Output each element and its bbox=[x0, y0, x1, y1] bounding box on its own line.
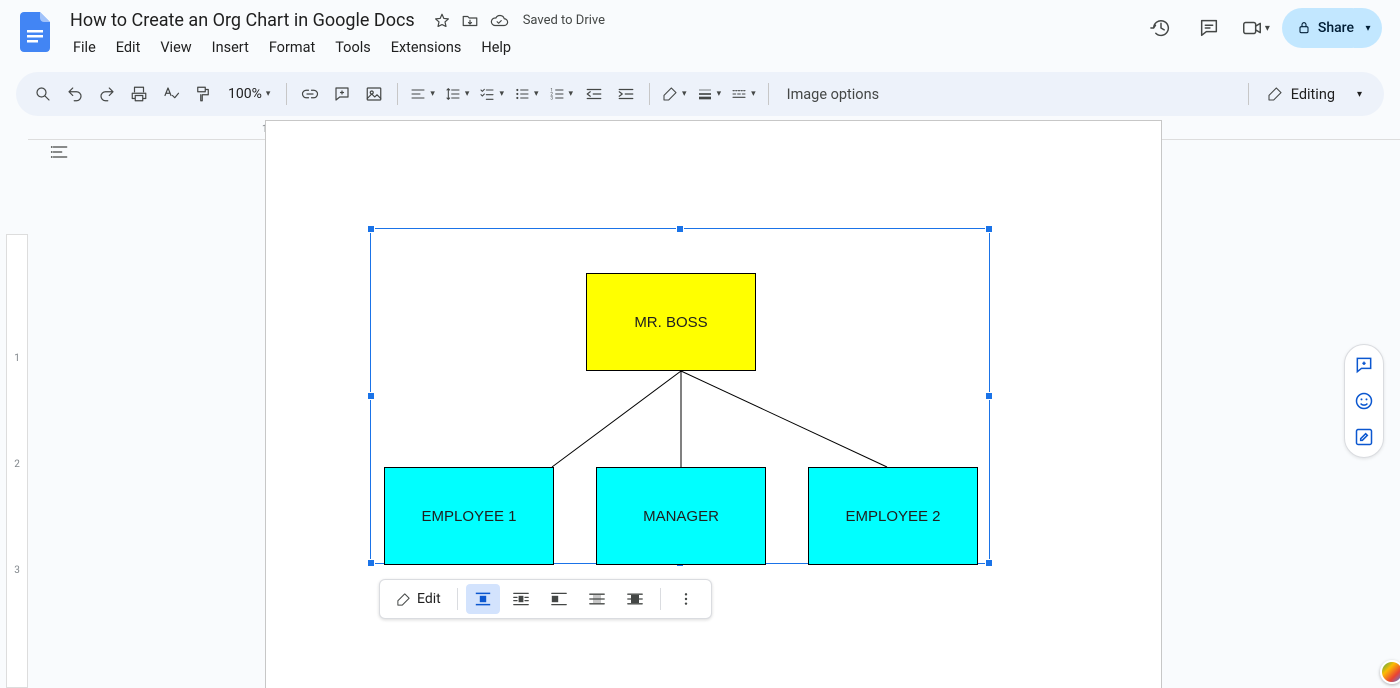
chevron-down-icon: ▾ bbox=[1357, 89, 1362, 100]
border-dash-dropdown[interactable] bbox=[727, 79, 760, 109]
toolbar-separator bbox=[649, 83, 650, 105]
meet-icon[interactable]: ▾ bbox=[1237, 8, 1274, 48]
star-icon[interactable] bbox=[433, 12, 451, 30]
toolbar-separator bbox=[286, 83, 287, 105]
menu-extensions[interactable]: Extensions bbox=[382, 35, 471, 60]
insert-link-icon[interactable] bbox=[295, 79, 325, 109]
increase-indent-icon[interactable] bbox=[611, 79, 641, 109]
add-comment-side-icon[interactable] bbox=[1352, 353, 1376, 377]
ruler-label: 2 bbox=[7, 459, 27, 470]
drawing-selection[interactable]: MR. BOSS EMPLOYEE 1 MANAGER EMPLOYEE 2 bbox=[370, 228, 990, 564]
edit-label: Edit bbox=[417, 591, 441, 607]
wrap-inline-icon[interactable] bbox=[466, 584, 500, 614]
border-weight-dropdown[interactable] bbox=[693, 79, 726, 109]
org-node-employee1: EMPLOYEE 1 bbox=[384, 467, 554, 565]
menu-edit[interactable]: Edit bbox=[107, 35, 150, 60]
editing-mode-label: Editing bbox=[1291, 86, 1335, 103]
print-icon[interactable] bbox=[124, 79, 154, 109]
org-node-manager: MANAGER bbox=[596, 467, 766, 565]
toolbar-separator bbox=[1248, 83, 1249, 105]
paint-format-icon[interactable] bbox=[188, 79, 218, 109]
share-dropdown[interactable]: ▾ bbox=[1354, 8, 1382, 48]
menu-insert[interactable]: Insert bbox=[203, 35, 258, 60]
edit-drawing-button[interactable]: Edit bbox=[388, 584, 449, 614]
document-title[interactable]: How to Create an Org Chart in Google Doc… bbox=[64, 8, 421, 33]
toolbar-separator bbox=[660, 588, 661, 610]
ruler-label: 1 bbox=[7, 353, 27, 364]
ruler-label: 3 bbox=[7, 565, 27, 576]
menu-tools[interactable]: Tools bbox=[326, 35, 380, 60]
editing-mode-dropdown[interactable]: Editing ▾ bbox=[1257, 86, 1372, 103]
svg-text:3: 3 bbox=[550, 95, 553, 101]
add-emoji-icon[interactable] bbox=[1352, 389, 1376, 413]
add-comment-icon[interactable] bbox=[327, 79, 357, 109]
version-history-icon[interactable] bbox=[1141, 8, 1181, 48]
wrap-text-icon[interactable] bbox=[504, 584, 538, 614]
checklist-dropdown[interactable] bbox=[475, 79, 508, 109]
break-text-icon[interactable] bbox=[542, 584, 576, 614]
org-node-boss: MR. BOSS bbox=[586, 273, 756, 371]
decrease-indent-icon[interactable] bbox=[579, 79, 609, 109]
numbered-list-dropdown[interactable]: 123 bbox=[545, 79, 578, 109]
explore-button[interactable] bbox=[1380, 660, 1400, 684]
move-icon[interactable] bbox=[461, 12, 479, 30]
redo-icon[interactable] bbox=[92, 79, 122, 109]
zoom-dropdown[interactable]: 100% bbox=[220, 79, 278, 109]
image-float-toolbar: Edit bbox=[379, 579, 712, 619]
vertical-ruler[interactable]: 1 2 3 bbox=[6, 234, 28, 688]
border-color-dropdown[interactable] bbox=[658, 79, 691, 109]
side-reaction-panel bbox=[1344, 344, 1384, 458]
main-toolbar: 100% 123 Image options Editing ▾ bbox=[16, 72, 1384, 116]
org-chart-drawing: MR. BOSS EMPLOYEE 1 MANAGER EMPLOYEE 2 bbox=[371, 229, 989, 563]
menu-view[interactable]: View bbox=[151, 35, 200, 60]
share-label: Share bbox=[1318, 20, 1354, 36]
document-page[interactable]: MR. BOSS EMPLOYEE 1 MANAGER EMPLOYEE 2 E… bbox=[265, 120, 1162, 688]
insert-image-icon[interactable] bbox=[359, 79, 389, 109]
more-options-icon[interactable] bbox=[669, 584, 703, 614]
cloud-saved-icon[interactable] bbox=[489, 12, 509, 30]
toolbar-separator bbox=[457, 588, 458, 610]
org-node-employee2: EMPLOYEE 2 bbox=[808, 467, 978, 565]
spellcheck-icon[interactable] bbox=[156, 79, 186, 109]
behind-text-icon[interactable] bbox=[580, 584, 614, 614]
image-options-button[interactable]: Image options bbox=[777, 86, 889, 103]
bulleted-list-dropdown[interactable] bbox=[510, 79, 543, 109]
chevron-down-icon: ▾ bbox=[1265, 23, 1270, 34]
search-menus-icon[interactable] bbox=[28, 79, 58, 109]
menu-help[interactable]: Help bbox=[472, 35, 520, 60]
line-spacing-dropdown[interactable] bbox=[441, 79, 474, 109]
save-status: Saved to Drive bbox=[523, 13, 605, 28]
align-dropdown[interactable] bbox=[406, 79, 439, 109]
suggest-edits-icon[interactable] bbox=[1352, 425, 1376, 449]
docs-logo[interactable] bbox=[16, 12, 56, 52]
menu-bar: File Edit View Insert Format Tools Exten… bbox=[64, 35, 1141, 60]
undo-icon[interactable] bbox=[60, 79, 90, 109]
toolbar-separator bbox=[768, 83, 769, 105]
comments-icon[interactable] bbox=[1189, 8, 1229, 48]
menu-format[interactable]: Format bbox=[260, 35, 324, 60]
in-front-text-icon[interactable] bbox=[618, 584, 652, 614]
menu-file[interactable]: File bbox=[64, 35, 105, 60]
show-outline-button[interactable] bbox=[44, 136, 76, 168]
toolbar-separator bbox=[397, 83, 398, 105]
